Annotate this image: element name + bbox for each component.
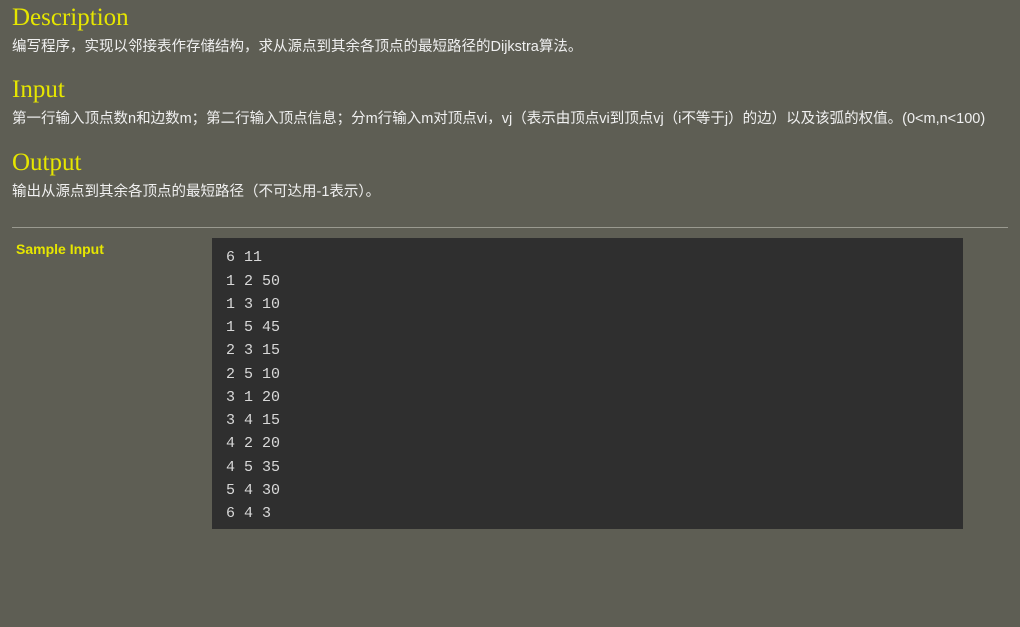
output-heading: Output: [12, 149, 1008, 177]
section-divider: [12, 227, 1008, 228]
input-text: 第一行输入顶点数n和边数m；第二行输入顶点信息；分m行输入m对顶点vi，vj（表…: [12, 108, 1008, 130]
description-heading: Description: [12, 4, 1008, 32]
description-text: 编写程序，实现以邻接表作存储结构，求从源点到其余各顶点的最短路径的Dijkstr…: [12, 36, 1008, 58]
output-text: 输出从源点到其余各顶点的最短路径（不可达用-1表示）。: [12, 181, 1008, 203]
sample-input-label: Sample Input: [12, 238, 212, 257]
sample-input-row: Sample Input 6 11 1 2 50 1 3 10 1 5 45 2…: [12, 238, 1008, 529]
sample-input-content: 6 11 1 2 50 1 3 10 1 5 45 2 3 15 2 5 10 …: [212, 238, 963, 529]
input-heading: Input: [12, 76, 1008, 104]
